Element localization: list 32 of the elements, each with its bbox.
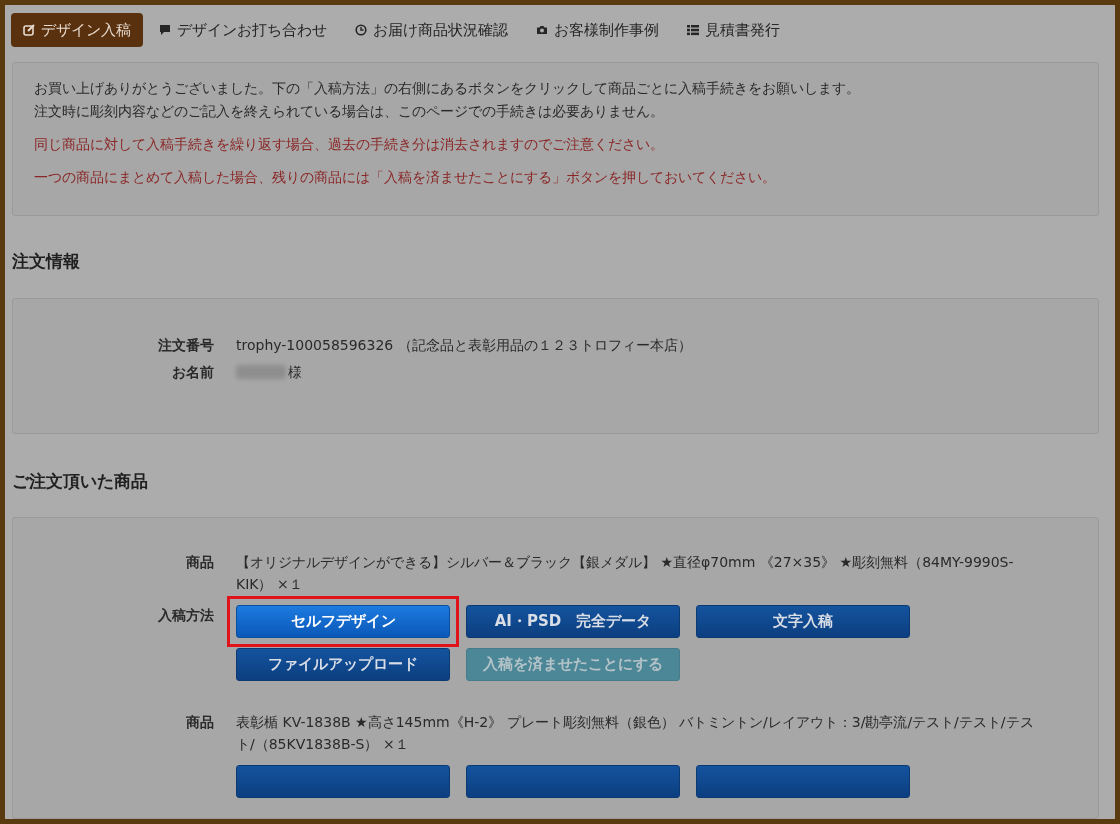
field-label: お名前 — [171, 362, 214, 382]
method-button[interactable]: ファイルアップロード — [236, 648, 450, 681]
nav-tab[interactable]: デザイン入稿 — [11, 13, 143, 47]
nav-tab[interactable]: 見積書発行 — [675, 13, 792, 47]
nav-tab[interactable]: お届け商品状況確認 — [343, 13, 520, 47]
field-label: 商品 — [185, 713, 214, 732]
warning-text: 一つの商品にまとめて入稿した場合、残りの商品には「入稿を済ませたことにする」ボタンを押しておいてください。 — [34, 168, 777, 187]
field-value: trophy-100058596326 （記念品と表彰用品の１２３トロフィー本店） — [236, 335, 692, 355]
method-button[interactable]: 文字入稿 — [696, 605, 910, 638]
method-button[interactable] — [696, 765, 910, 798]
method-button[interactable]: AI・PSD 完全データ — [466, 605, 680, 638]
edit-icon — [23, 24, 35, 36]
notice-text: お買い上げありがとうございました。下の「入稿方法」の右側にあるボタンをクリックして商品ごとに入稿手続きをお願いします。 — [34, 79, 861, 98]
section-heading: ご注文頂いた商品 — [12, 469, 149, 493]
nav-tab[interactable]: デザインお打ち合わせ — [147, 13, 339, 47]
field-label: 商品 — [185, 553, 214, 572]
field-label: 注文番号 — [157, 335, 214, 355]
clock-icon — [355, 24, 367, 36]
product-name: 表彰楯 KV-1838B ★高さ145mm《H-2》 プレート彫刻無料（銀色） バトミントン/レイアウト：3/勘亭流/テスト/テスト/テスト/（85KV1838B-S） ×１ — [236, 713, 1035, 754]
field-label: 入稿方法 — [158, 607, 214, 623]
method-button[interactable] — [236, 765, 450, 798]
warning-text: 同じ商品に対して入稿手続きを繰り返す場合、過去の手続き分は消去されますのでご注意ください。 — [34, 135, 665, 154]
product-name: 【オリジナルデザインができる】シルバー＆ブラック【銀メダル】 ★直径φ70mm 《27×35》 ★彫刻無料（84MY-9990S-KIK） ×１ — [236, 553, 1015, 594]
method-button[interactable]: セルフデザイン — [236, 605, 450, 638]
field-value: 様 — [288, 362, 302, 382]
comment-icon — [159, 24, 171, 36]
list-icon — [687, 24, 699, 36]
camera-icon — [536, 24, 548, 36]
notice-text: 注文時に彫刻内容などのご記入を終えられている場合は、このページでの手続きは必要ありません。 — [34, 102, 665, 121]
nav-tab[interactable]: お客様制作事例 — [524, 13, 671, 47]
section-heading: 注文情報 — [12, 250, 81, 273]
method-button[interactable] — [466, 765, 680, 798]
